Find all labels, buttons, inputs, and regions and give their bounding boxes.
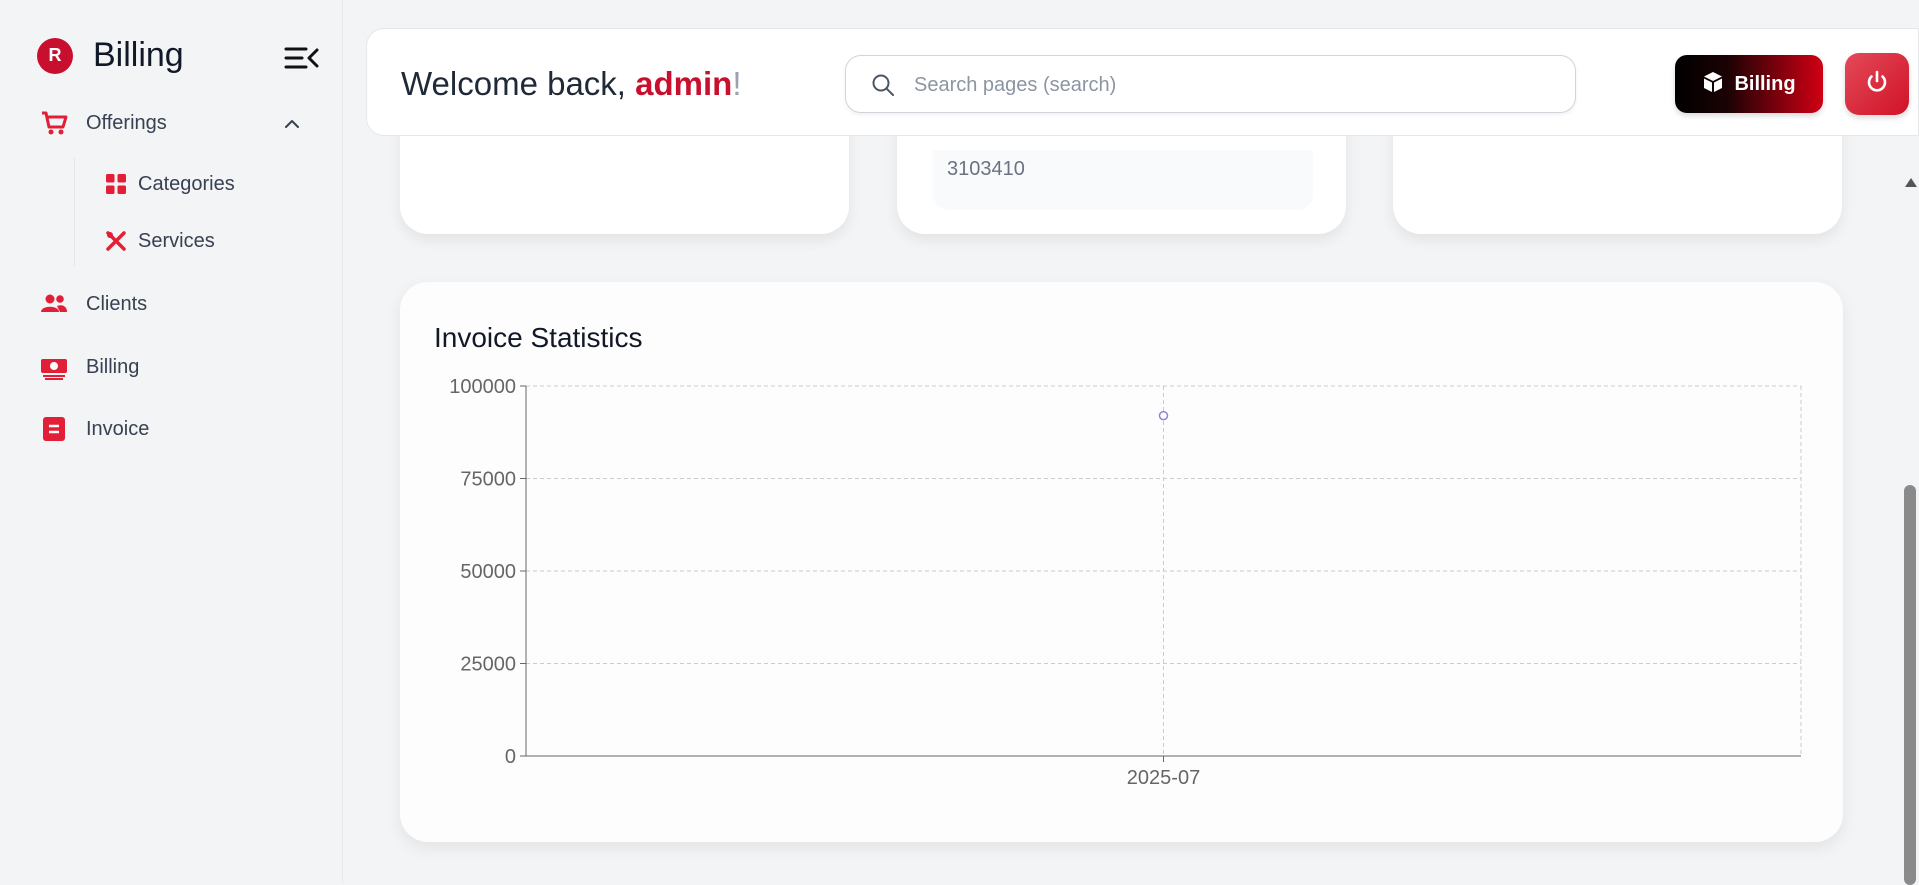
billing-button-label: Billing [1734,72,1796,95]
sidebar-item-label: Billing [86,355,140,378]
stat-card-value: 3103410 [947,158,1025,180]
search-input[interactable] [912,66,1556,104]
money-icon [40,353,68,381]
sidebar-item-services[interactable]: Services [104,229,215,253]
chevron-up-icon[interactable] [281,113,303,135]
invoice-chart: 0 25000 50000 75000 100000 2025-07 [449,376,1802,789]
billing-button[interactable]: Billing [1675,55,1823,113]
sidebar-collapse-icon[interactable] [284,44,320,72]
y-tick-label: 50000 [460,561,516,583]
invoice-statistics-card: Invoice Statistics 0 25000 50000 75000 10000… [400,282,1843,842]
sidebar-item-clients[interactable]: Clients [40,290,147,318]
search-icon [870,72,896,98]
grid-icon [104,172,128,196]
scroll-up-arrow[interactable] [1905,178,1917,187]
sidebar-item-label: Invoice [86,417,150,440]
sidebar-item-label: Categories [138,172,235,195]
box-icon [1702,71,1724,98]
welcome-message: Welcome back, admin! [401,65,742,103]
submenu-line [74,158,75,266]
brand-name: Billing [93,36,184,74]
sidebar-item-billing[interactable]: Billing [40,353,139,381]
brand-logo: R [37,37,73,74]
data-point [1158,410,1169,421]
logout-button[interactable] [1845,53,1909,115]
x-tick-label: 2025-07 [1127,767,1200,789]
sidebar: R Billing Offerings Categories Services … [0,0,343,883]
sidebar-item-categories[interactable]: Categories [104,172,235,196]
power-icon [1864,69,1890,100]
top-header: Welcome back, admin! Billing [366,28,1919,136]
sidebar-item-label: Offerings [86,111,167,134]
search-box[interactable] [845,55,1576,113]
cart-icon [40,109,68,137]
y-tick-label: 75000 [460,469,516,491]
document-icon [40,415,68,443]
sidebar-item-invoice[interactable]: Invoice [40,415,149,443]
brand[interactable]: R Billing [37,36,184,75]
scroll-thumb[interactable] [1904,485,1916,885]
sidebar-item-label: Services [138,229,215,252]
y-tick-label: 25000 [460,654,516,676]
sidebar-item-label: Clients [86,292,148,315]
users-icon [40,290,68,318]
y-tick-label: 0 [505,746,516,768]
sidebar-item-offerings[interactable]: Offerings [40,109,167,137]
username: admin [635,65,733,102]
scrollbar[interactable] [1901,170,1919,885]
welcome-suffix: ! [732,65,742,102]
tools-icon [104,229,128,253]
y-tick-label: 100000 [449,376,516,398]
welcome-prefix: Welcome back, [401,65,636,102]
